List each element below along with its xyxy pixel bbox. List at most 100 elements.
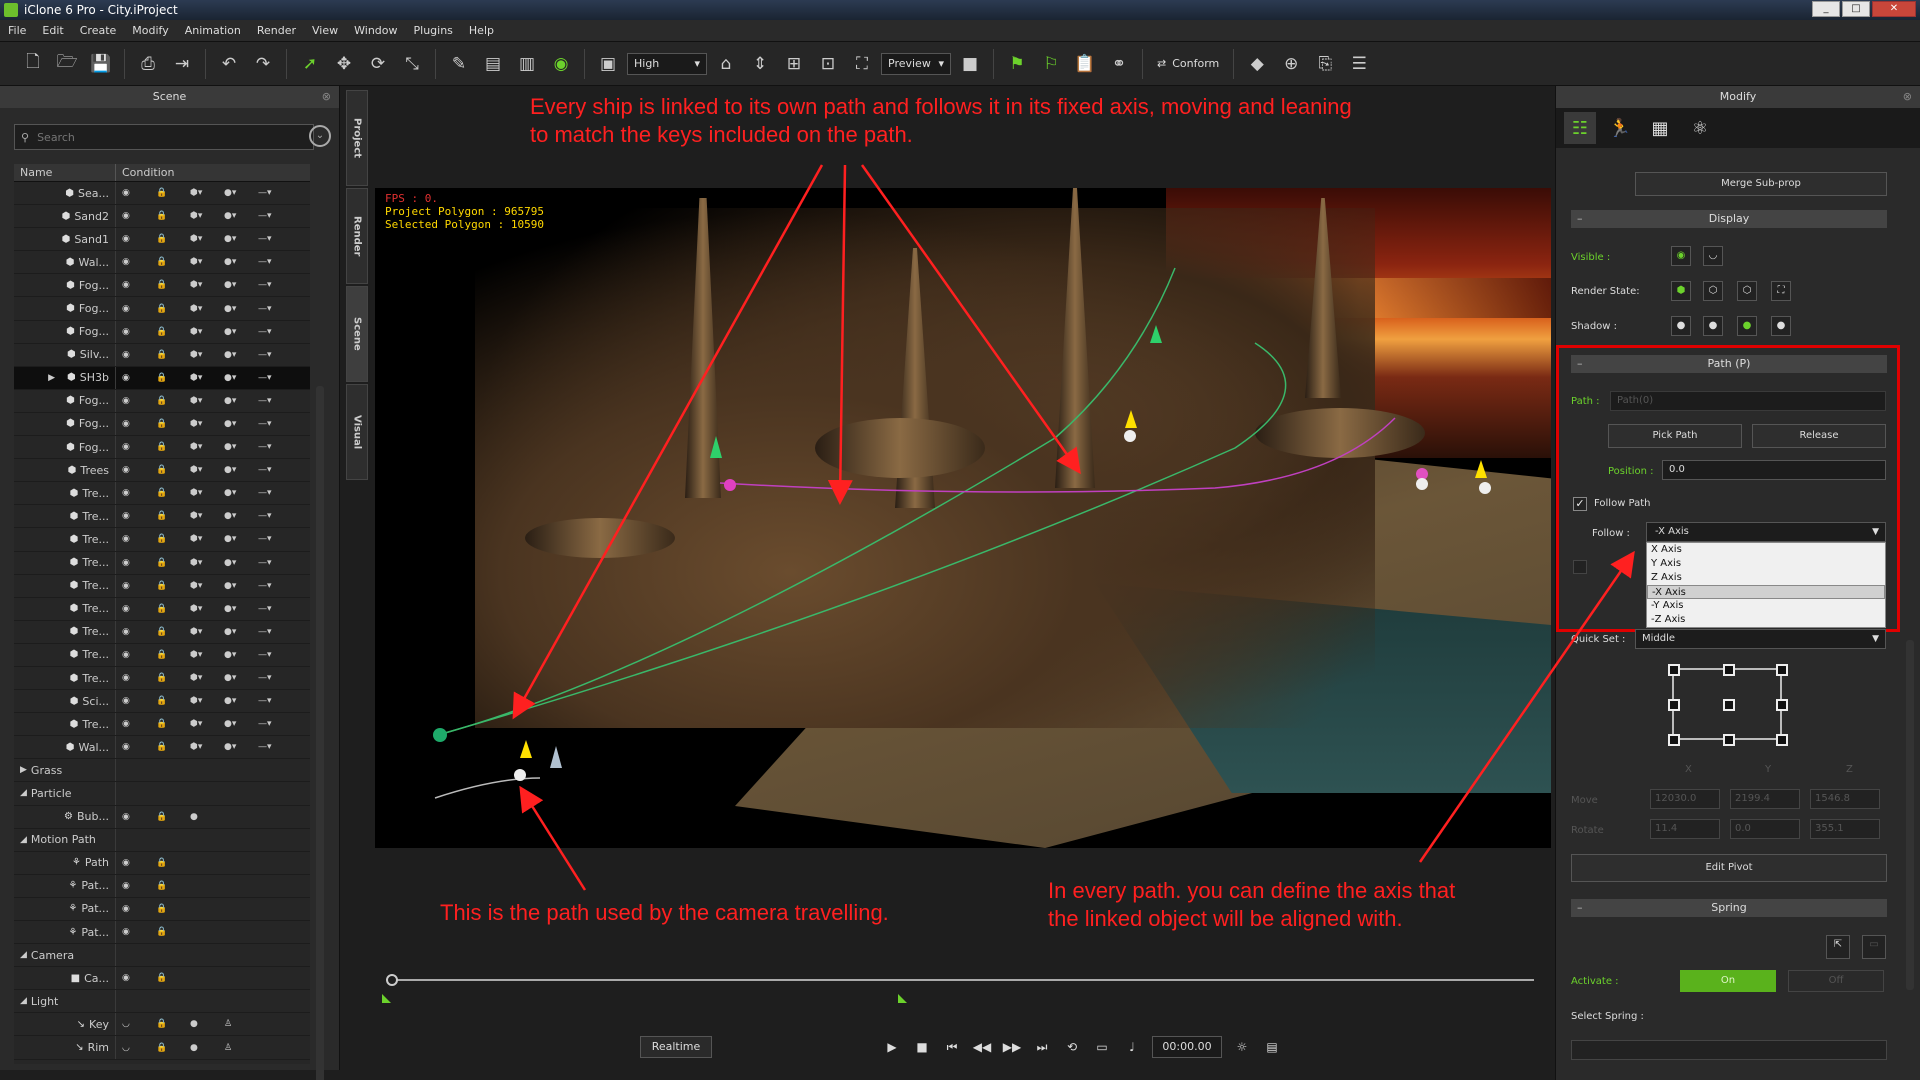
shadow-icon[interactable]: ●▾	[224, 465, 246, 475]
eye-icon[interactable]: ◉	[122, 904, 144, 914]
shadow-icon[interactable]: ●▾	[224, 396, 246, 406]
shadow-figure-icon[interactable]: ♙	[224, 1019, 246, 1029]
column-name[interactable]: Name	[14, 164, 116, 181]
scene-tree-row[interactable]: ⚘ Pat... ◉ 🔒	[14, 874, 310, 898]
eye-icon[interactable]: ◉	[122, 511, 144, 521]
search-input[interactable]	[37, 130, 278, 144]
move-y-field[interactable]: 2199.4	[1730, 789, 1800, 809]
shadow-icon[interactable]: ●▾	[224, 581, 246, 591]
scene-tree-row[interactable]: ⬢ Fog... ◉ 🔒 ⬢▾ ●▾ —▾	[14, 436, 310, 460]
import-icon[interactable]: ⎙	[133, 49, 163, 79]
timeline-editor-icon[interactable]: ▤	[1262, 1037, 1282, 1057]
eye-icon[interactable]: ◉	[122, 881, 144, 891]
rotate-icon[interactable]: ⟳	[363, 49, 393, 79]
select-arrow-icon[interactable]: ➚	[295, 49, 325, 79]
render-state-icon[interactable]: ⬢▾	[190, 188, 212, 198]
render-state-icon[interactable]: ⬢▾	[190, 304, 212, 314]
scene-tree-row[interactable]: ⬢ Fog... ◉ 🔒 ⬢▾ ●▾ —▾	[14, 389, 310, 413]
eye-icon[interactable]: ◉	[122, 581, 144, 591]
render-state-icon[interactable]: ⬢▾	[190, 211, 212, 221]
fit-all-icon[interactable]: ⊞	[779, 49, 809, 79]
render-state-icon[interactable]: ⬢▾	[190, 534, 212, 544]
motion-figure-icon[interactable]: 🏃	[1604, 112, 1636, 144]
more-icon[interactable]: —▾	[258, 742, 280, 752]
hidden-eye-icon[interactable]: ◡	[1703, 246, 1723, 266]
shadow-icon[interactable]: ●▾	[224, 419, 246, 429]
timeline-playhead[interactable]	[386, 974, 398, 986]
scene-tree-row[interactable]: ⬢ Tre... ◉ 🔒 ⬢▾ ●▾ —▾	[14, 666, 310, 691]
edit-pivot-button[interactable]: Edit Pivot	[1571, 854, 1887, 882]
scene-tree-row[interactable]: ⬢ Fog... ◉ 🔒 ⬢▾ ●▾ —▾	[14, 412, 310, 437]
time-display[interactable]: 00:00.00	[1152, 1036, 1222, 1058]
render-state-icon[interactable]: ⬢▾	[190, 627, 212, 637]
shadow-icon[interactable]: ●▾	[224, 627, 246, 637]
eye-icon[interactable]: ◉	[122, 188, 144, 198]
more-icon[interactable]: —▾	[258, 234, 280, 244]
eye-icon[interactable]: ◉	[122, 673, 144, 683]
menu-animation[interactable]: Animation	[177, 24, 249, 37]
attribute-sliders-icon[interactable]: ☷	[1564, 112, 1596, 144]
lock-icon[interactable]: 🔒	[156, 465, 178, 475]
lock-icon[interactable]: 🔒	[156, 604, 178, 614]
eye-icon[interactable]: ◉	[122, 327, 144, 337]
scene-tree-row[interactable]: ▶ Grass	[14, 759, 310, 783]
menu-modify[interactable]: Modify	[124, 24, 176, 37]
shadow-icon[interactable]: ●▾	[224, 304, 246, 314]
frame-selected-icon[interactable]: ⛶	[847, 49, 877, 79]
distribute-icon[interactable]: ▥	[512, 49, 542, 79]
scene-tree-row[interactable]: ⚘ Path ◉ 🔒	[14, 851, 310, 875]
shadow-icon[interactable]: ●▾	[224, 650, 246, 660]
lock-icon[interactable]: 🔒	[156, 488, 178, 498]
conform-button[interactable]: ⇄ Conform	[1151, 57, 1225, 70]
menu-window[interactable]: Window	[346, 24, 405, 37]
lock-icon[interactable]: 🔒	[156, 188, 178, 198]
tab-scene[interactable]: Scene	[346, 286, 368, 382]
more-icon[interactable]: —▾	[258, 188, 280, 198]
more-icon[interactable]: —▾	[258, 650, 280, 660]
align-icon[interactable]: ▤	[478, 49, 508, 79]
modify-scrollbar[interactable]	[1906, 640, 1914, 990]
scene-tree-row[interactable]: ⬢ Tre... ◉ 🔒 ⬢▾ ●▾ —▾	[14, 643, 310, 667]
move-icon[interactable]: ✥	[329, 49, 359, 79]
lock-icon[interactable]: 🔒	[156, 304, 178, 314]
shadow-icon[interactable]: ●▾	[224, 442, 246, 452]
lock-icon[interactable]: 🔒	[156, 558, 178, 568]
lock-icon[interactable]: 🔒	[156, 442, 178, 452]
pivot-point[interactable]	[1668, 734, 1680, 746]
eye-icon[interactable]: ◉	[122, 280, 144, 290]
more-icon[interactable]: —▾	[258, 604, 280, 614]
filter-chevron-icon[interactable]: ⌄	[309, 125, 331, 147]
scene-tree-row[interactable]: ⬢ Tre... ◉ 🔒 ⬢▾ ●▾ —▾	[14, 482, 310, 506]
scene-tree-row[interactable]: ⬢ Wal... ◉ 🔒 ⬢▾ ●▾ —▾	[14, 251, 310, 275]
lock-icon[interactable]: 🔒	[156, 511, 178, 521]
eye-icon[interactable]: ◉	[122, 558, 144, 568]
shadow-icon[interactable]: ●▾	[224, 327, 246, 337]
hidden-eye-icon[interactable]: ◡	[122, 1019, 144, 1029]
scene-tree-row[interactable]: ◢ Light	[14, 990, 310, 1014]
pivot-point[interactable]	[1723, 734, 1735, 746]
menu-file[interactable]: File	[0, 24, 34, 37]
lock-icon[interactable]: 🔒	[156, 904, 178, 914]
eye-icon[interactable]: ◉	[122, 604, 144, 614]
render-state-icon[interactable]: ⬢▾	[190, 327, 212, 337]
eye-icon[interactable]: ◉	[122, 396, 144, 406]
scene-tree-row[interactable]: ⬢ Wal... ◉ 🔒 ⬢▾ ●▾ —▾	[14, 736, 310, 760]
new-file-icon[interactable]: 🗋	[18, 49, 48, 79]
lock-icon[interactable]: 🔒	[156, 927, 178, 937]
shadow-icon[interactable]: ●▾	[224, 534, 246, 544]
close-panel-icon[interactable]: ⊗	[1903, 86, 1912, 108]
quality-select[interactable]: High ▾	[627, 52, 707, 75]
lock-icon[interactable]: 🔒	[156, 1019, 178, 1029]
display-section-header[interactable]: – Display	[1571, 210, 1887, 228]
render-state-icon[interactable]: ⬢▾	[190, 673, 212, 683]
scene-tree-row[interactable]: ⬢ Silv... ◉ 🔒 ⬢▾ ●▾ —▾	[14, 343, 310, 367]
scene-tree-row[interactable]: ↘ Key ◡ 🔒 ● ♙	[14, 1013, 310, 1037]
shadow-icon[interactable]: ●▾	[224, 604, 246, 614]
shadow-icon[interactable]: ●▾	[224, 234, 246, 244]
lock-icon[interactable]: 🔒	[156, 673, 178, 683]
shaded-cube-icon[interactable]: ⬡	[1703, 281, 1723, 301]
more-icon[interactable]: —▾	[258, 327, 280, 337]
scene-tree-row[interactable]: ⬢ Fog... ◉ 🔒 ⬢▾ ●▾ —▾	[14, 320, 310, 344]
shadow-icon[interactable]: ●▾	[224, 558, 246, 568]
visibility-eye-icon[interactable]: ◉	[546, 49, 576, 79]
